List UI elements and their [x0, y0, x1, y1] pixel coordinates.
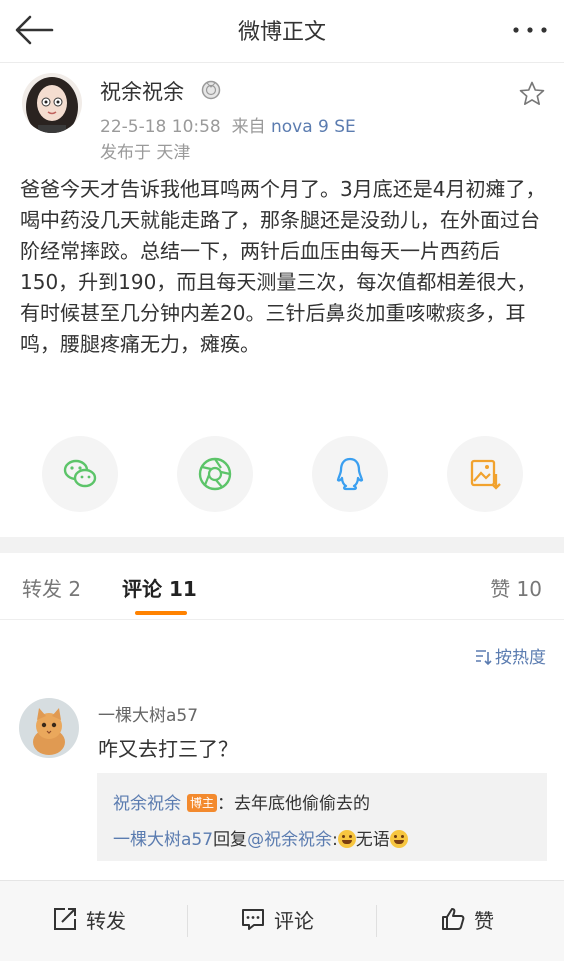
commenter-avatar[interactable] [19, 698, 79, 758]
favorite-star-icon[interactable] [518, 80, 546, 108]
reply-text: 无语 [355, 830, 390, 850]
repost-button[interactable]: 转发 [52, 905, 126, 934]
bar-divider [376, 905, 377, 937]
comment-text: 咋又去打三了？ [98, 737, 238, 761]
laugh-emoji-icon [389, 830, 408, 848]
author-name[interactable]: 祝余祝余 [100, 76, 184, 106]
post-meta: 22-5-18 10:58 来自 nova 9 SE [100, 112, 356, 137]
replies-box[interactable]: 祝余祝余 博主 ：去年底他偷偷去的 一棵大树a57回复@祝余祝余: 无语 [97, 773, 547, 861]
commenter-name[interactable]: 一棵大树a57 [98, 701, 198, 726]
share-moments-button[interactable] [177, 436, 253, 512]
tab-like[interactable]: 赞 10 [490, 573, 542, 602]
source-prefix: 来自 [231, 117, 266, 137]
dizzy-emoji-icon [337, 830, 356, 848]
section-divider [0, 537, 564, 553]
comment-label: 评论 [274, 909, 314, 933]
reply-item: 祝余祝余 博主 ：去年底他偷偷去的 [113, 789, 370, 814]
post-source[interactable]: nova 9 SE [271, 117, 356, 137]
post-content: 爸爸今天才告诉我他耳鸣两个月了。3月底还是4月初瘫了，喝中药没几天就能走路了，那… [20, 177, 546, 356]
reply-word: 回复 [213, 830, 248, 850]
like-button[interactable]: 赞 [440, 905, 494, 934]
save-image-icon [470, 459, 501, 490]
post-time: 22-5-18 10:58 [100, 117, 221, 137]
reply-user[interactable]: 祝余祝余 [113, 794, 181, 814]
post-location: 发布于 天津 [100, 143, 191, 163]
back-arrow-icon[interactable] [14, 14, 54, 46]
share-wechat-button[interactable] [42, 436, 118, 512]
author-badge: 博主 [187, 794, 218, 812]
sort-label: 按热度 [495, 648, 546, 668]
interaction-tabs: 转发 2 评论 11 赞 10 [0, 553, 564, 620]
reply-item: 一棵大树a57回复@祝余祝余: 无语 [113, 825, 408, 850]
qq-icon [336, 457, 364, 491]
more-dots-icon[interactable] [510, 16, 550, 44]
author-avatar[interactable] [22, 73, 82, 133]
thumbs-up-icon [442, 908, 465, 930]
comment-icon [242, 909, 264, 930]
sort-by-heat-button[interactable]: 按热度 [474, 643, 546, 668]
reply-user[interactable]: 一棵大树a57 [113, 830, 213, 850]
sort-icon [476, 650, 492, 666]
reply-mention[interactable]: @祝余祝余 [247, 830, 332, 850]
reply-text: ：去年底他偷偷去的 [217, 794, 371, 814]
bottom-action-bar: 转发 评论 赞 [0, 880, 564, 961]
top-navigation-bar: 微博正文 [0, 0, 564, 63]
reply-separator: : [332, 830, 338, 850]
comment-button[interactable]: 评论 [240, 905, 314, 934]
save-image-button[interactable] [447, 436, 523, 512]
repost-icon [54, 908, 76, 930]
like-label: 赞 [474, 909, 494, 933]
active-tab-indicator [135, 611, 187, 615]
wechat-icon [63, 459, 97, 488]
tab-repost[interactable]: 转发 2 [22, 573, 81, 602]
moments-icon [198, 457, 232, 491]
medal-icon [201, 80, 221, 100]
tab-comment[interactable]: 评论 11 [122, 573, 197, 602]
page-title: 微博正文 [237, 20, 326, 45]
bar-divider [187, 905, 188, 937]
share-qq-button[interactable] [312, 436, 388, 512]
repost-label: 转发 [86, 909, 126, 933]
